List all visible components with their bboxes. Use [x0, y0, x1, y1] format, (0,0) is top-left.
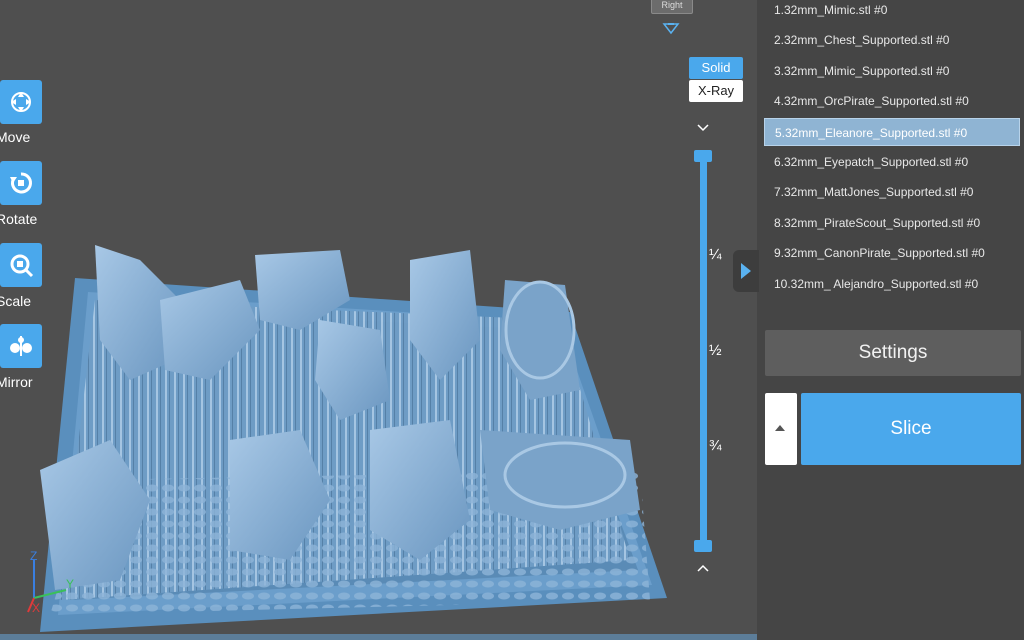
axis-y-label: Y [66, 577, 74, 591]
axis-z-label: Z [30, 549, 37, 563]
rotate-icon [10, 172, 32, 194]
mirror-button[interactable] [0, 324, 42, 368]
mirror-icon [10, 336, 32, 356]
layer-slider-top-handle[interactable] [694, 150, 712, 162]
scale-button[interactable] [0, 243, 42, 287]
xray-view-button[interactable]: X-Ray [689, 80, 743, 102]
list-item[interactable]: 9.32mm_CanonPirate_Supported.stl #0 [764, 239, 1020, 267]
list-item[interactable]: 1.32mm_Mimic.stl #0 [764, 0, 1020, 24]
view-right-button[interactable]: Right [651, 0, 693, 14]
rotate-button[interactable] [0, 161, 42, 205]
layer-slider-track[interactable] [700, 153, 707, 546]
move-button[interactable] [0, 80, 42, 124]
mirror-label: Mirror [0, 374, 33, 390]
viewport-bottom-border [0, 634, 757, 640]
axis-gizmo: Z Y X [27, 549, 74, 615]
slice-button[interactable]: Slice [801, 393, 1021, 465]
slice-options-dropdown[interactable] [765, 393, 797, 465]
axis-x-label: X [32, 601, 40, 615]
list-item[interactable]: 2.32mm_Chest_Supported.stl #0 [764, 26, 1020, 54]
chevron-down-icon[interactable] [695, 122, 711, 134]
build-plate-scene[interactable] [0, 0, 757, 640]
list-item[interactable]: 7.32mm_MattJones_Supported.stl #0 [764, 178, 1020, 206]
rotate-label: Rotate [0, 211, 38, 227]
scale-label: Scale [0, 293, 32, 309]
slider-mark-three-quarter: ¾ [709, 437, 722, 454]
list-item[interactable]: 8.32mm_PirateScout_Supported.stl #0 [764, 209, 1020, 237]
slider-mark-quarter: ¼ [709, 246, 722, 263]
layer-slider-bottom-handle[interactable] [694, 540, 712, 552]
3d-viewport[interactable]: Z Y X [0, 0, 757, 640]
list-item-selected[interactable]: 5.32mm_Eleanore_Supported.stl #0 [764, 118, 1020, 146]
view-down-arrow-icon[interactable] [661, 22, 681, 36]
list-item[interactable]: 6.32mm_Eyepatch_Supported.stl #0 [764, 148, 1020, 176]
solid-view-button[interactable]: Solid [689, 57, 743, 79]
move-icon [11, 92, 31, 112]
move-label: Move [0, 129, 31, 145]
chevron-up-icon[interactable] [695, 562, 711, 574]
expand-arrow-icon[interactable] [741, 263, 751, 279]
list-item[interactable]: 4.32mm_OrcPirate_Supported.stl #0 [764, 87, 1020, 115]
slider-mark-half: ½ [709, 342, 722, 359]
scale-icon [10, 254, 34, 278]
settings-button[interactable]: Settings [765, 330, 1021, 376]
caret-up-icon [775, 425, 785, 431]
list-item[interactable]: 3.32mm_Mimic_Supported.stl #0 [764, 57, 1020, 85]
list-item[interactable]: 10.32mm_ Alejandro_Supported.stl #0 [764, 270, 1020, 298]
